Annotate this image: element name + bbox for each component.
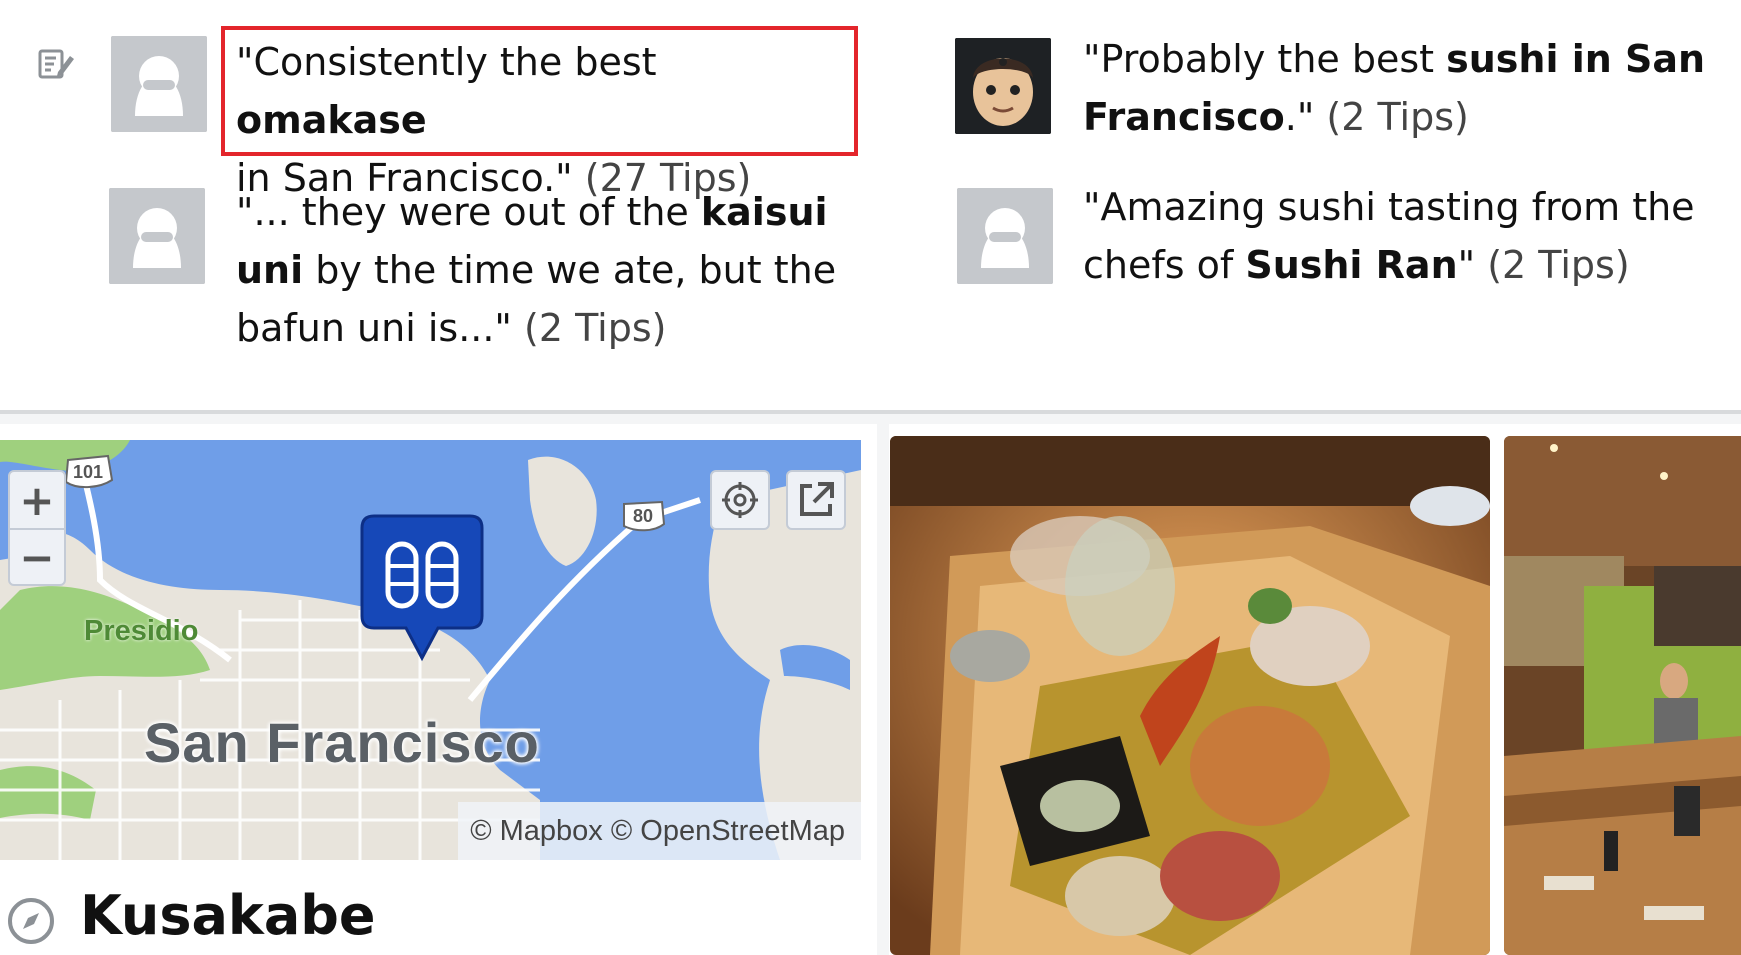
map-attribution[interactable]: © Mapbox © OpenStreetMap (458, 802, 861, 860)
zoom-control: + − (8, 470, 66, 586)
tip-keyword: Francisco (1083, 95, 1285, 139)
user-avatar-icon[interactable] (109, 188, 205, 284)
tip-quote: bafun uni is..." (236, 306, 512, 350)
highway-80-label: 80 (633, 506, 653, 526)
tip-count[interactable]: (2 Tips) (1487, 243, 1629, 287)
tip-keyword: uni (236, 248, 304, 292)
zoom-out-button[interactable]: − (10, 528, 64, 584)
compass-icon (8, 898, 54, 944)
tip-count[interactable]: (2 Tips) (1326, 95, 1468, 139)
tip-quote: chefs of (1083, 243, 1246, 287)
tip-quote: "Probably the best (1083, 37, 1447, 81)
city-label: San Francisco (144, 711, 540, 774)
tip-quote: "... they were out of the (236, 190, 701, 234)
user-avatar-icon[interactable] (111, 36, 207, 132)
place-name[interactable]: Kusakabe (80, 884, 376, 947)
tip-text[interactable]: "... they were out of the kaisui uni by … (236, 183, 856, 357)
column-gap (877, 424, 889, 955)
tip-quote: ." (1284, 95, 1315, 139)
interior-photo[interactable] (1504, 436, 1741, 955)
locate-button[interactable] (710, 470, 770, 530)
tip-text[interactable]: "Probably the best sushi in San Francisc… (1083, 30, 1723, 146)
tip-quote: "Amazing sushi tasting from the (1083, 185, 1695, 229)
external-link-icon (800, 482, 834, 516)
open-map-button[interactable] (786, 470, 846, 530)
highway-101-label: 101 (73, 462, 103, 482)
section-gap (0, 414, 1741, 424)
food-photo[interactable] (890, 436, 1490, 955)
highlight-box (221, 26, 858, 156)
map[interactable]: 101 80 Presidio San Francisco + − © Mapb… (0, 440, 861, 860)
user-avatar-icon[interactable] (957, 188, 1053, 284)
tip-count[interactable]: (2 Tips) (524, 306, 666, 350)
zoom-in-button[interactable]: + (10, 472, 64, 528)
tip-quote: by the time we ate, but the (303, 248, 837, 292)
locate-icon (722, 482, 758, 518)
tip-keyword: kaisui (700, 190, 828, 234)
sushi-pin-icon[interactable] (358, 512, 486, 664)
park-label: Presidio (84, 615, 199, 647)
user-avatar-icon[interactable] (955, 38, 1051, 134)
tip-keyword: sushi in San (1446, 37, 1706, 81)
tip-quote: " (1457, 243, 1476, 287)
edit-tip-icon[interactable] (36, 44, 76, 84)
tip-text[interactable]: "Amazing sushi tasting from the chefs of… (1083, 178, 1733, 294)
tip-keyword: Sushi Ran (1245, 243, 1458, 287)
